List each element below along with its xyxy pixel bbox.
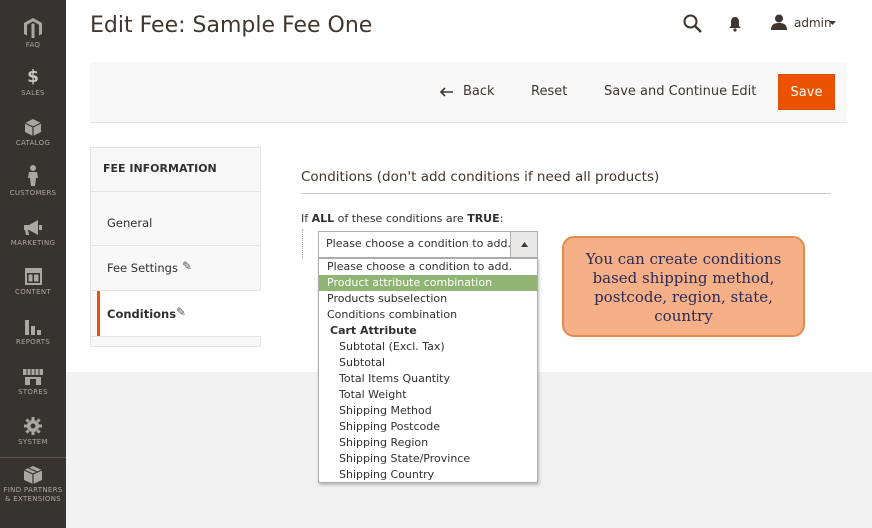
chevron-down-icon[interactable] [829, 21, 836, 25]
conditions-heading: Conditions (don't add conditions if need… [301, 169, 660, 185]
sidebar-item-label-line2: & EXTENSIONS [4, 495, 61, 503]
sidebar-item-marketing[interactable]: MARKETING [0, 220, 66, 248]
megaphone-icon [24, 220, 42, 235]
dollar-icon: $ [27, 67, 39, 87]
person-icon [28, 165, 38, 186]
sidebar-item-label: CUSTOMERS [9, 189, 57, 197]
sidebar-item-find-partners[interactable]: FIND PARTNERS & EXTENSIONS [0, 466, 66, 504]
dropdown-option[interactable]: Product attribute combination [319, 275, 537, 291]
dropdown-option[interactable]: Subtotal (Excl. Tax) [319, 339, 537, 355]
sidebar-item-label: SYSTEM [18, 438, 48, 446]
dropdown-option[interactable]: Shipping State/Province [319, 451, 537, 467]
save-button[interactable]: Save [778, 74, 835, 110]
dropdown-option[interactable]: Subtotal [319, 355, 537, 371]
triangle-up-icon [521, 242, 528, 247]
admin-sidebar: FAQ $ SALES CATALOG CUSTOMERS MARKETING … [0, 0, 66, 528]
sidebar-item-stores[interactable]: STORES [0, 369, 66, 397]
conditions-divider [301, 193, 831, 194]
sidebar-item-label-line1: FIND PARTNERS [3, 486, 63, 494]
callout-line: You can create conditions [585, 250, 782, 268]
tab-general[interactable]: General [107, 216, 152, 230]
sidebar-item-label: FIND PARTNERS & EXTENSIONS [0, 486, 66, 504]
sidebar-item-system[interactable]: SYSTEM [0, 417, 66, 447]
dropdown-option[interactable]: Total Weight [319, 387, 537, 403]
dropdown-option[interactable]: Please choose a condition to add. [319, 259, 537, 275]
tab-divider [91, 191, 260, 192]
bar-chart-icon [25, 320, 41, 335]
sidebar-item-label: STORES [18, 388, 48, 396]
cube-icon [25, 119, 41, 136]
dropdown-option[interactable]: Total Items Quantity [319, 371, 537, 387]
layout-icon [24, 268, 42, 285]
condition-rule-text: If ALL of these conditions are TRUE: [301, 212, 503, 225]
dropdown-option[interactable]: Products subselection [319, 291, 537, 307]
sidebar-item-content[interactable]: CONTENT [0, 268, 66, 297]
admin-user-menu[interactable]: admin [794, 16, 832, 30]
reset-button[interactable]: Reset [531, 84, 567, 99]
rule-aggregator[interactable]: ALL [312, 212, 335, 225]
tabs-title: FEE INFORMATION [103, 162, 217, 175]
sidebar-item-label: SALES [21, 89, 45, 97]
pencil-icon: ✎ [176, 305, 187, 319]
callout-line: based shipping method, [592, 269, 775, 287]
select-toggle[interactable] [510, 232, 537, 257]
sidebar-item-label: CATALOG [15, 139, 51, 147]
storefront-icon [23, 369, 43, 385]
rule-suffix: : [499, 212, 504, 225]
sidebar-item-catalog[interactable]: CATALOG [0, 119, 66, 148]
arrow-left-icon[interactable] [440, 87, 453, 97]
dropdown-option[interactable]: Shipping Postcode [319, 419, 537, 435]
dropdown-option[interactable]: Shipping Method [319, 403, 537, 419]
rule-prefix: If [301, 212, 309, 225]
sidebar-item-sales[interactable]: $ SALES [0, 68, 66, 98]
condition-select-value: Please choose a condition to add. [326, 237, 512, 250]
page-title: Edit Fee: Sample Fee One [90, 13, 373, 38]
tab-divider [91, 245, 260, 246]
dropdown-option[interactable]: Conditions combination [319, 307, 537, 323]
rule-value[interactable]: TRUE [467, 212, 499, 225]
callout-line: country [654, 307, 713, 325]
tab-divider [91, 336, 260, 337]
user-icon[interactable] [771, 14, 787, 30]
bell-icon[interactable] [728, 16, 742, 32]
back-button[interactable]: Back [463, 84, 495, 99]
sidebar-item-label: FAQ [25, 41, 41, 49]
dropdown-option[interactable]: Shipping Region [319, 435, 537, 451]
callout-line: postcode, region, state, [594, 288, 773, 306]
tab-fee-settings[interactable]: Fee Settings [107, 261, 178, 275]
sidebar-item-customers[interactable]: CUSTOMERS [0, 165, 66, 198]
sidebar-item-label: REPORTS [15, 338, 51, 346]
option-group-label: Cart Attribute [330, 324, 417, 337]
pencil-icon: ✎ [182, 259, 193, 273]
rule-mid: of these conditions are [337, 212, 464, 225]
search-icon[interactable] [683, 14, 702, 33]
dropdown-option[interactable]: Shipping Country [319, 467, 537, 483]
sidebar-item-label: CONTENT [15, 288, 51, 296]
tab-conditions[interactable]: Conditions [107, 307, 176, 321]
sidebar-item-label: MARKETING [10, 239, 56, 247]
sidebar-item-faq[interactable]: FAQ [0, 18, 66, 50]
rule-tree-line [302, 229, 303, 259]
annotation-callout: You can create conditions based shipping … [562, 236, 805, 337]
sidebar-item-reports[interactable]: REPORTS [0, 318, 66, 347]
condition-dropdown-list: Please choose a condition to add. Product… [318, 258, 538, 483]
sidebar-divider [0, 457, 66, 458]
save-and-continue-button[interactable]: Save and Continue Edit [604, 84, 756, 99]
magento-logo-icon [24, 18, 42, 38]
gear-icon [24, 417, 42, 435]
box-icon [24, 466, 42, 484]
